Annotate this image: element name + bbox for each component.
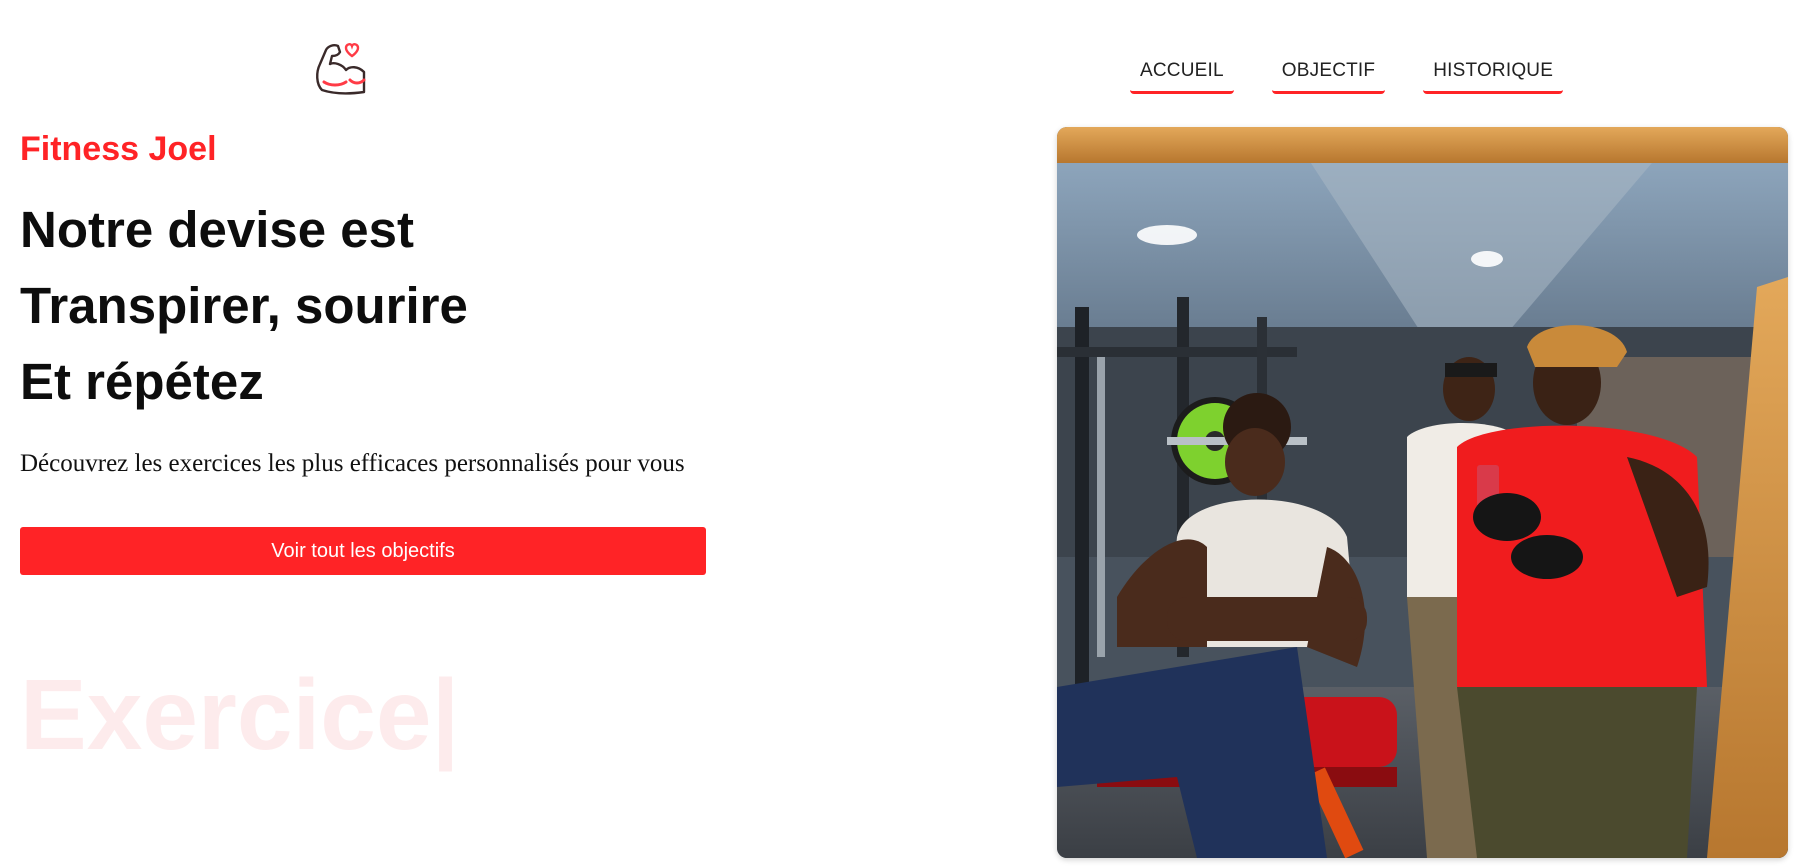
logo[interactable] bbox=[310, 34, 374, 98]
nav-objectif[interactable]: OBJECTIF bbox=[1271, 54, 1386, 94]
hero-subtitle: Découvrez les exercices les plus efficac… bbox=[20, 450, 685, 477]
see-all-goals-button[interactable]: Voir tout les objectifs bbox=[20, 527, 706, 575]
headline-line-2: Transpirer, sourire bbox=[20, 277, 468, 334]
headline-line-3: Et répétez bbox=[20, 353, 264, 410]
nav-accueil[interactable]: ACCUEIL bbox=[1130, 54, 1234, 94]
gym-photo-illustration bbox=[1057, 127, 1788, 858]
nav-historique[interactable]: HISTORIQUE bbox=[1423, 54, 1564, 94]
headline-line-1: Notre devise est bbox=[20, 201, 415, 258]
gym-photo bbox=[1057, 127, 1788, 858]
brand-name: Fitness Joel bbox=[20, 130, 217, 168]
flexed-arm-heart-icon bbox=[316, 43, 366, 95]
hero-headline: Notre devise est Transpirer, sourire Et … bbox=[20, 192, 468, 420]
typing-ghost-text: Exercice| bbox=[20, 659, 460, 771]
main-nav: ACCUEIL OBJECTIF HISTORIQUE bbox=[1130, 54, 1564, 94]
